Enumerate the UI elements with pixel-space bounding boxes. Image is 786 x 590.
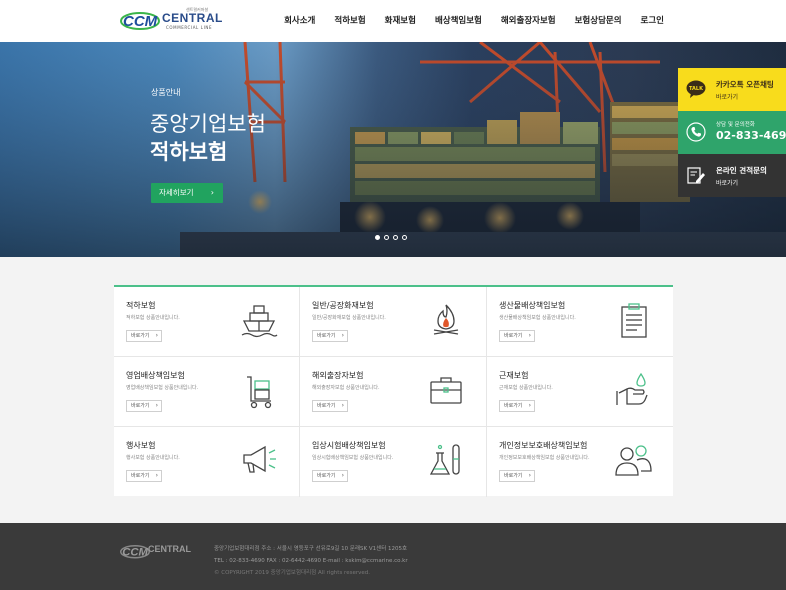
product-title: 근재보험	[499, 371, 529, 380]
phone-contact-button[interactable]: 상담 및 문의전화 02-833-4690	[678, 111, 786, 154]
phone-icon	[686, 122, 706, 142]
product-desc: 근재보험 상품안내입니다.	[499, 385, 553, 391]
kakao-talk-icon: TALK	[686, 80, 706, 98]
product-desc: 개인정보보호배상책임보험 상품안내입니다.	[499, 455, 590, 461]
briefcase-icon	[430, 377, 462, 404]
chevron-right-icon: ›	[210, 188, 214, 197]
product-go-button[interactable]: 바로가기	[499, 330, 535, 342]
megaphone-icon	[243, 445, 276, 473]
nav-company[interactable]: 회사소개	[284, 14, 315, 26]
product-desc: 생산물배상책임보험 상품안내입니다.	[499, 315, 576, 321]
product-card-privacy: 개인정보보호배상책임보험 개인정보보호배상책임보험 상품안내입니다. 바로가기	[487, 427, 673, 497]
product-card-workers-comp: 근재보험 근재보험 상품안내입니다. 바로가기	[487, 357, 673, 427]
hero-title-company: 중앙기업보험	[150, 112, 266, 136]
site-header: CCM 센트럴커머셜 CENTRAL COMMERCIAL LINE 회사소개 …	[0, 0, 786, 42]
quick-menu: TALK 카카오톡 오픈채팅 바로가기 상담 및 문의전화 02-833-469…	[678, 68, 786, 197]
hero-detail-button[interactable]: 자세히보기 ›	[151, 183, 223, 203]
hand-drop-icon	[616, 372, 648, 405]
site-logo[interactable]: CCM 센트럴커머셜 CENTRAL COMMERCIAL LINE	[120, 7, 222, 34]
product-desc: 적하보험 상품안내입니다.	[126, 315, 180, 321]
slider-dot-3[interactable]	[393, 235, 398, 240]
slider-dot-2[interactable]	[384, 235, 389, 240]
product-card-business-liability: 영업배상책임보험 영업배상책임보험 상품안내입니다. 바로가기	[114, 357, 300, 427]
kakao-title: 카카오톡 오픈채팅	[716, 80, 774, 89]
nav-fire[interactable]: 화재보험	[385, 14, 416, 26]
nav-login[interactable]: 로그인	[641, 14, 664, 26]
product-title: 일반/공장화재보험	[312, 301, 374, 310]
product-go-button[interactable]: 바로가기	[312, 400, 348, 412]
product-go-button[interactable]: 바로가기	[499, 400, 535, 412]
product-title: 영업배상책임보험	[126, 371, 185, 380]
product-go-button[interactable]: 바로가기	[126, 400, 162, 412]
phone-title: 상담 및 문의전화	[716, 122, 755, 128]
footer-logo: CCM CENTRAL	[120, 542, 191, 564]
product-desc: 임상시험배상책임보험 상품안내입니다.	[312, 455, 394, 461]
product-card-clinical-trial: 임상시험배상책임보험 임상시험배상책임보험 상품안내입니다. 바로가기	[300, 427, 487, 497]
people-icon	[615, 445, 652, 476]
product-go-button[interactable]: 바로가기	[312, 470, 348, 482]
flask-icon	[429, 444, 460, 475]
svg-text:CCM: CCM	[122, 547, 148, 559]
product-card-fire: 일반/공장화재보험 일반/공장화재보험 상품안내입니다. 바로가기	[300, 287, 487, 357]
product-desc: 영업배상책임보험 상품안내입니다.	[126, 385, 199, 391]
online-quote-title: 온라인 견적문의	[716, 166, 767, 175]
cart-icon	[247, 376, 272, 409]
phone-number: 02-833-4690	[716, 129, 786, 142]
nav-liability[interactable]: 배상책임보험	[435, 14, 482, 26]
product-go-button[interactable]: 바로가기	[126, 330, 162, 342]
product-grid: 적하보험 적하보험 상품안내입니다. 바로가기 일반/공장화재보험 일반/공장화…	[114, 285, 673, 497]
footer-address: 중앙기업보험대리점 주소 : 서울시 영등포구 선유로9길 10 문래SK V1…	[214, 546, 408, 552]
product-desc: 행사보험 상품안내입니다.	[126, 455, 180, 461]
kakao-openchat-button[interactable]: TALK 카카오톡 오픈채팅 바로가기	[678, 68, 786, 111]
kakao-sub: 바로가기	[716, 94, 739, 101]
ship-icon	[241, 305, 278, 338]
online-quote-button[interactable]: 온라인 견적문의 바로가기	[678, 154, 786, 197]
product-go-button[interactable]: 바로가기	[126, 470, 162, 482]
ccm-logo-grey-icon: CCM	[120, 545, 150, 559]
ccm-logo-icon: CCM	[120, 12, 160, 30]
product-go-button[interactable]: 바로가기	[312, 330, 348, 342]
footer-logo-name: CENTRAL	[148, 544, 191, 554]
footer-contact: TEL : 02-833-4690 FAX : 02-6442-4690 E-m…	[214, 558, 408, 564]
slider-dot-1[interactable]	[375, 235, 380, 240]
kakao-icon-text: TALK	[689, 86, 704, 92]
footer-info: 중앙기업보험대리점 주소 : 서울시 영등포구 선유로9길 10 문래SK V1…	[214, 543, 408, 579]
product-title: 적하보험	[126, 301, 156, 310]
product-card-event: 행사보험 행사보험 상품안내입니다. 바로가기	[114, 427, 300, 497]
slider-dot-4[interactable]	[402, 235, 407, 240]
product-card-product-liability: 생산물배상책임보험 생산물배상책임보험 상품안내입니다. 바로가기	[487, 287, 673, 357]
product-card-overseas-travel: 해외출장자보험 해외출장자보험 상품안내입니다. 바로가기	[300, 357, 487, 427]
fire-icon	[433, 304, 459, 335]
clipboard-icon	[621, 303, 647, 338]
hero-detail-label: 자세히보기	[159, 188, 194, 197]
hero-subtitle: 상품안내	[151, 88, 181, 97]
product-go-button[interactable]: 바로가기	[499, 470, 535, 482]
product-title: 해외출장자보험	[312, 371, 364, 380]
product-desc: 일반/공장화재보험 상품안내입니다.	[312, 315, 386, 321]
nav-cargo[interactable]: 적하보험	[334, 14, 365, 26]
product-section: 적하보험 적하보험 상품안내입니다. 바로가기 일반/공장화재보험 일반/공장화…	[0, 257, 786, 523]
product-title: 생산물배상책임보험	[499, 301, 566, 310]
online-quote-sub: 바로가기	[716, 180, 739, 187]
slider-dots	[375, 235, 407, 240]
hero-banner: 상품안내 중앙기업보험 적하보험 자세히보기 ›	[0, 42, 786, 257]
nav-overseas[interactable]: 해외출장자보험	[501, 14, 556, 26]
logo-sub: COMMERCIAL LINE	[166, 25, 213, 30]
nav-consult[interactable]: 보험상담문의	[575, 14, 622, 26]
main-nav: 회사소개 적하보험 화재보험 배상책임보험 해외출장자보험 보험상담문의 로그인	[265, 14, 664, 26]
product-title: 임상시험배상책임보험	[312, 441, 386, 450]
edit-note-icon	[687, 167, 705, 184]
svg-text:CCM: CCM	[123, 13, 158, 30]
logo-name: CENTRAL	[162, 11, 223, 25]
hero-title-product: 적하보험	[150, 140, 228, 164]
product-desc: 해외출장자보험 상품안내입니다.	[312, 385, 380, 391]
product-card-cargo: 적하보험 적하보험 상품안내입니다. 바로가기	[114, 287, 300, 357]
footer-copyright: © COPYRIGHT 2019 중앙기업보험대리점 All rights re…	[214, 570, 370, 576]
product-title: 행사보험	[126, 441, 156, 450]
product-title: 개인정보보호배상책임보험	[499, 441, 588, 450]
site-footer: CCM CENTRAL 중앙기업보험대리점 주소 : 서울시 영등포구 선유로9…	[0, 523, 786, 590]
port-container-scene	[0, 42, 786, 257]
